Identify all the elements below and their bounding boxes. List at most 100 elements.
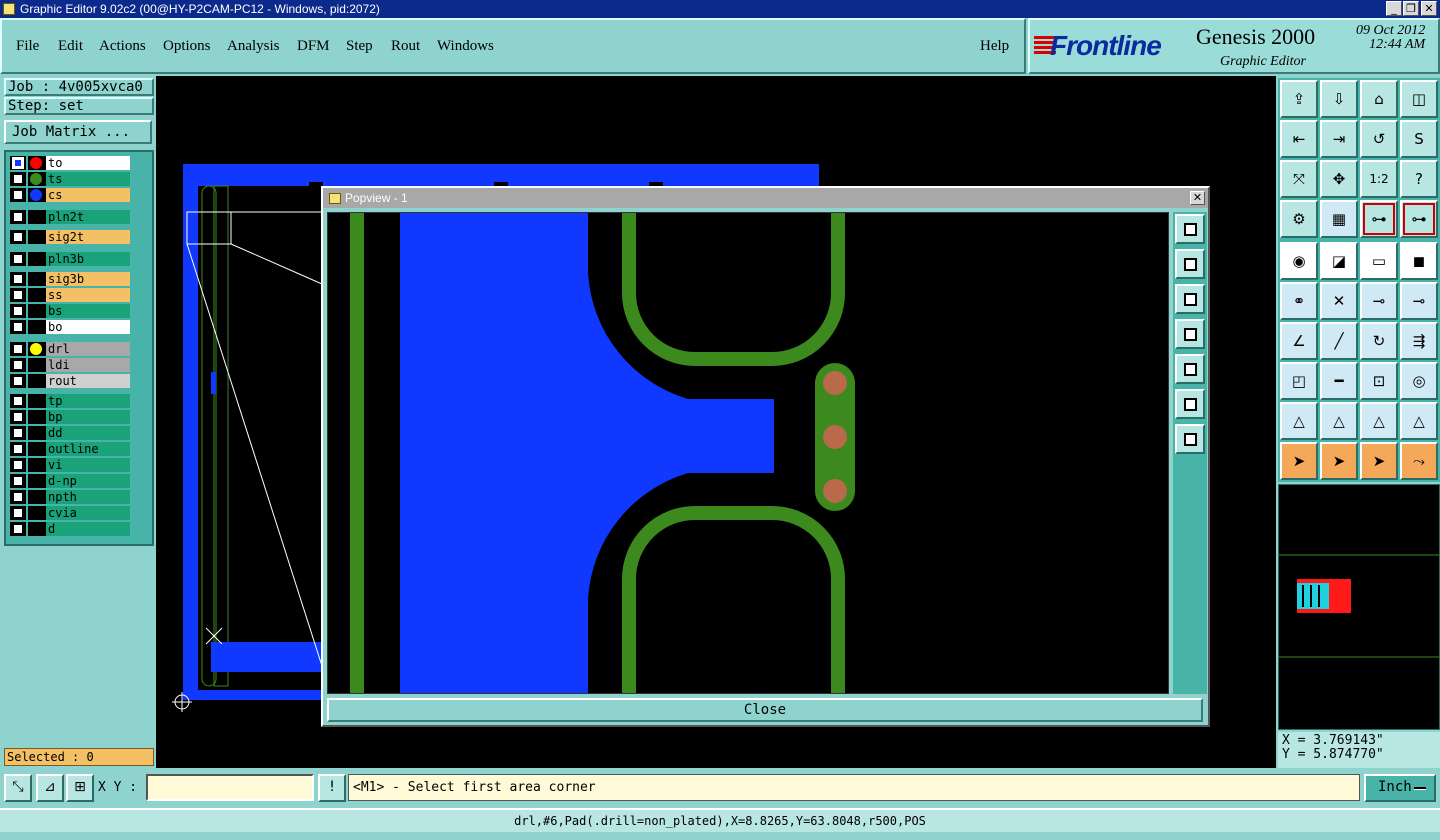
measure-box-icon[interactable]: ⊡ — [1360, 362, 1398, 400]
layer-row-pln2t[interactable]: pln2t — [10, 210, 130, 224]
select-region-icon[interactable]: ◪ — [1320, 242, 1358, 280]
layer-name[interactable]: sig2t — [46, 230, 130, 244]
minimap[interactable] — [1278, 484, 1440, 730]
pad-pair-icon[interactable]: ⊸ — [1360, 282, 1398, 320]
layer-row-cvia[interactable]: cvia — [10, 506, 130, 520]
fit-icon[interactable]: ⤧ — [1280, 160, 1318, 198]
layer-color-slot[interactable] — [28, 522, 46, 536]
layer-row-bs[interactable]: bs — [10, 304, 130, 318]
line-red-icon[interactable]: ╱ — [1320, 322, 1358, 360]
layer-name[interactable]: cvia — [46, 506, 130, 520]
layer-color-slot[interactable] — [28, 210, 46, 224]
layer-checkbox[interactable] — [10, 188, 26, 202]
menu-help[interactable]: Help — [980, 38, 1009, 55]
add-pad-icon[interactable]: ◉ — [1280, 242, 1318, 280]
pv-zoom-fit-icon[interactable] — [1175, 214, 1205, 244]
layer-checkbox[interactable] — [10, 458, 26, 472]
home-icon[interactable]: ⌂ — [1360, 80, 1398, 118]
layer-checkbox[interactable] — [10, 522, 26, 536]
layer-name[interactable]: pln2t — [46, 210, 130, 224]
layer-name[interactable]: npth — [46, 490, 130, 504]
reverse-icon[interactable]: ↺ — [1360, 120, 1398, 158]
layer-checkbox[interactable] — [10, 410, 26, 424]
layer-name[interactable]: sig3b — [46, 272, 130, 286]
unit-selector[interactable]: Inch — [1364, 774, 1436, 802]
layer-checkbox[interactable] — [10, 442, 26, 456]
snap-icon[interactable]: ⚭ — [1280, 282, 1318, 320]
layer-row-pln3b[interactable]: pln3b — [10, 252, 130, 266]
layer-row-rout[interactable]: rout — [10, 374, 130, 388]
maximize-button[interactable]: ❐ — [1403, 1, 1419, 16]
layer-row-cs[interactable]: cs — [10, 188, 130, 202]
layer-row-d[interactable]: d — [10, 522, 130, 536]
layer-checkbox[interactable] — [10, 506, 26, 520]
line-icon[interactable]: ━ — [1320, 362, 1358, 400]
tools-icon[interactable]: ⚙ — [1280, 200, 1318, 238]
layer-checkbox[interactable] — [10, 304, 26, 318]
popview-close-button[interactable]: Close — [327, 698, 1203, 722]
menu-file[interactable]: File — [16, 38, 39, 55]
layer-checkbox[interactable] — [10, 426, 26, 440]
menu-step[interactable]: Step — [346, 38, 373, 55]
layer-color-slot[interactable] — [28, 458, 46, 472]
arc-icon[interactable]: ↻ — [1360, 322, 1398, 360]
layer-color-slot[interactable] — [28, 474, 46, 488]
grid-snap-icon[interactable]: ⊞ — [66, 774, 94, 802]
layer-name[interactable]: cs — [46, 188, 130, 202]
layer-name[interactable]: dd — [46, 426, 130, 440]
layer-checkbox[interactable] — [10, 394, 26, 408]
menu-edit[interactable]: Edit — [58, 38, 83, 55]
connect-icon[interactable]: ⤳ — [1400, 442, 1438, 480]
open-job-icon[interactable]: ⇪ — [1280, 80, 1318, 118]
layer-name[interactable]: vi — [46, 458, 130, 472]
layer-color-slot[interactable] — [28, 374, 46, 388]
grid-icon[interactable]: ▦ — [1320, 200, 1358, 238]
layer-name[interactable]: to — [46, 156, 130, 170]
step-out-icon[interactable]: ⇥ — [1320, 120, 1358, 158]
layer-checkbox[interactable] — [10, 172, 26, 186]
layer-name[interactable]: ss — [46, 288, 130, 302]
layer-color-slot[interactable] — [28, 506, 46, 520]
layer-name[interactable]: ts — [46, 172, 130, 186]
layer-row-sig3b[interactable]: sig3b — [10, 272, 130, 286]
layer-checkbox[interactable] — [10, 252, 26, 266]
menu-windows[interactable]: Windows — [437, 38, 494, 55]
menu-rout[interactable]: Rout — [391, 38, 420, 55]
layer-color-slot[interactable] — [28, 394, 46, 408]
net-icon-1[interactable]: ⊶ — [1360, 200, 1398, 238]
tri-blue-icon[interactable]: △ — [1320, 402, 1358, 440]
layer-checkbox[interactable] — [10, 230, 26, 244]
layer-name[interactable]: rout — [46, 374, 130, 388]
layer-row-bp[interactable]: bp — [10, 410, 130, 424]
layer-checkbox[interactable] — [10, 288, 26, 302]
layer-row-to[interactable]: to — [10, 156, 130, 170]
menu-actions[interactable]: Actions — [99, 38, 146, 55]
layer-checkbox[interactable] — [10, 342, 26, 356]
help-icon[interactable]: ? — [1400, 160, 1438, 198]
layer-checkbox[interactable] — [10, 490, 26, 504]
layer-row-ldi[interactable]: ldi — [10, 358, 130, 372]
layer-color-slot[interactable] — [28, 358, 46, 372]
layer-color-slot[interactable] — [28, 288, 46, 302]
layer-checkbox[interactable] — [10, 374, 26, 388]
angle-icon[interactable]: ∠ — [1280, 322, 1318, 360]
pad-move-icon[interactable]: ⊸ — [1400, 282, 1438, 320]
ratio-icon[interactable]: 1:2 — [1360, 160, 1398, 198]
layer-color-slot[interactable] — [28, 320, 46, 334]
layer-checkbox[interactable] — [10, 320, 26, 334]
layer-name[interactable]: drl — [46, 342, 130, 356]
layer-row-vi[interactable]: vi — [10, 458, 130, 472]
pointer-box-icon[interactable]: ➤ — [1320, 442, 1358, 480]
layer-color-slot[interactable] — [28, 410, 46, 424]
layer-color-slot[interactable] — [28, 230, 46, 244]
layer-name[interactable]: outline — [46, 442, 130, 456]
menu-analysis[interactable]: Analysis — [227, 38, 280, 55]
minimize-button[interactable]: _ — [1386, 1, 1402, 16]
pad-square-icon[interactable]: ◰ — [1280, 362, 1318, 400]
menu-dfm[interactable]: DFM — [297, 38, 330, 55]
net-icon-2[interactable]: ⊶ — [1400, 200, 1438, 238]
popview-close-x-button[interactable]: ✕ — [1190, 191, 1205, 205]
stack-icon[interactable]: ⇶ — [1400, 322, 1438, 360]
window-icon[interactable]: ◫ — [1400, 80, 1438, 118]
popview-canvas[interactable] — [327, 212, 1169, 694]
